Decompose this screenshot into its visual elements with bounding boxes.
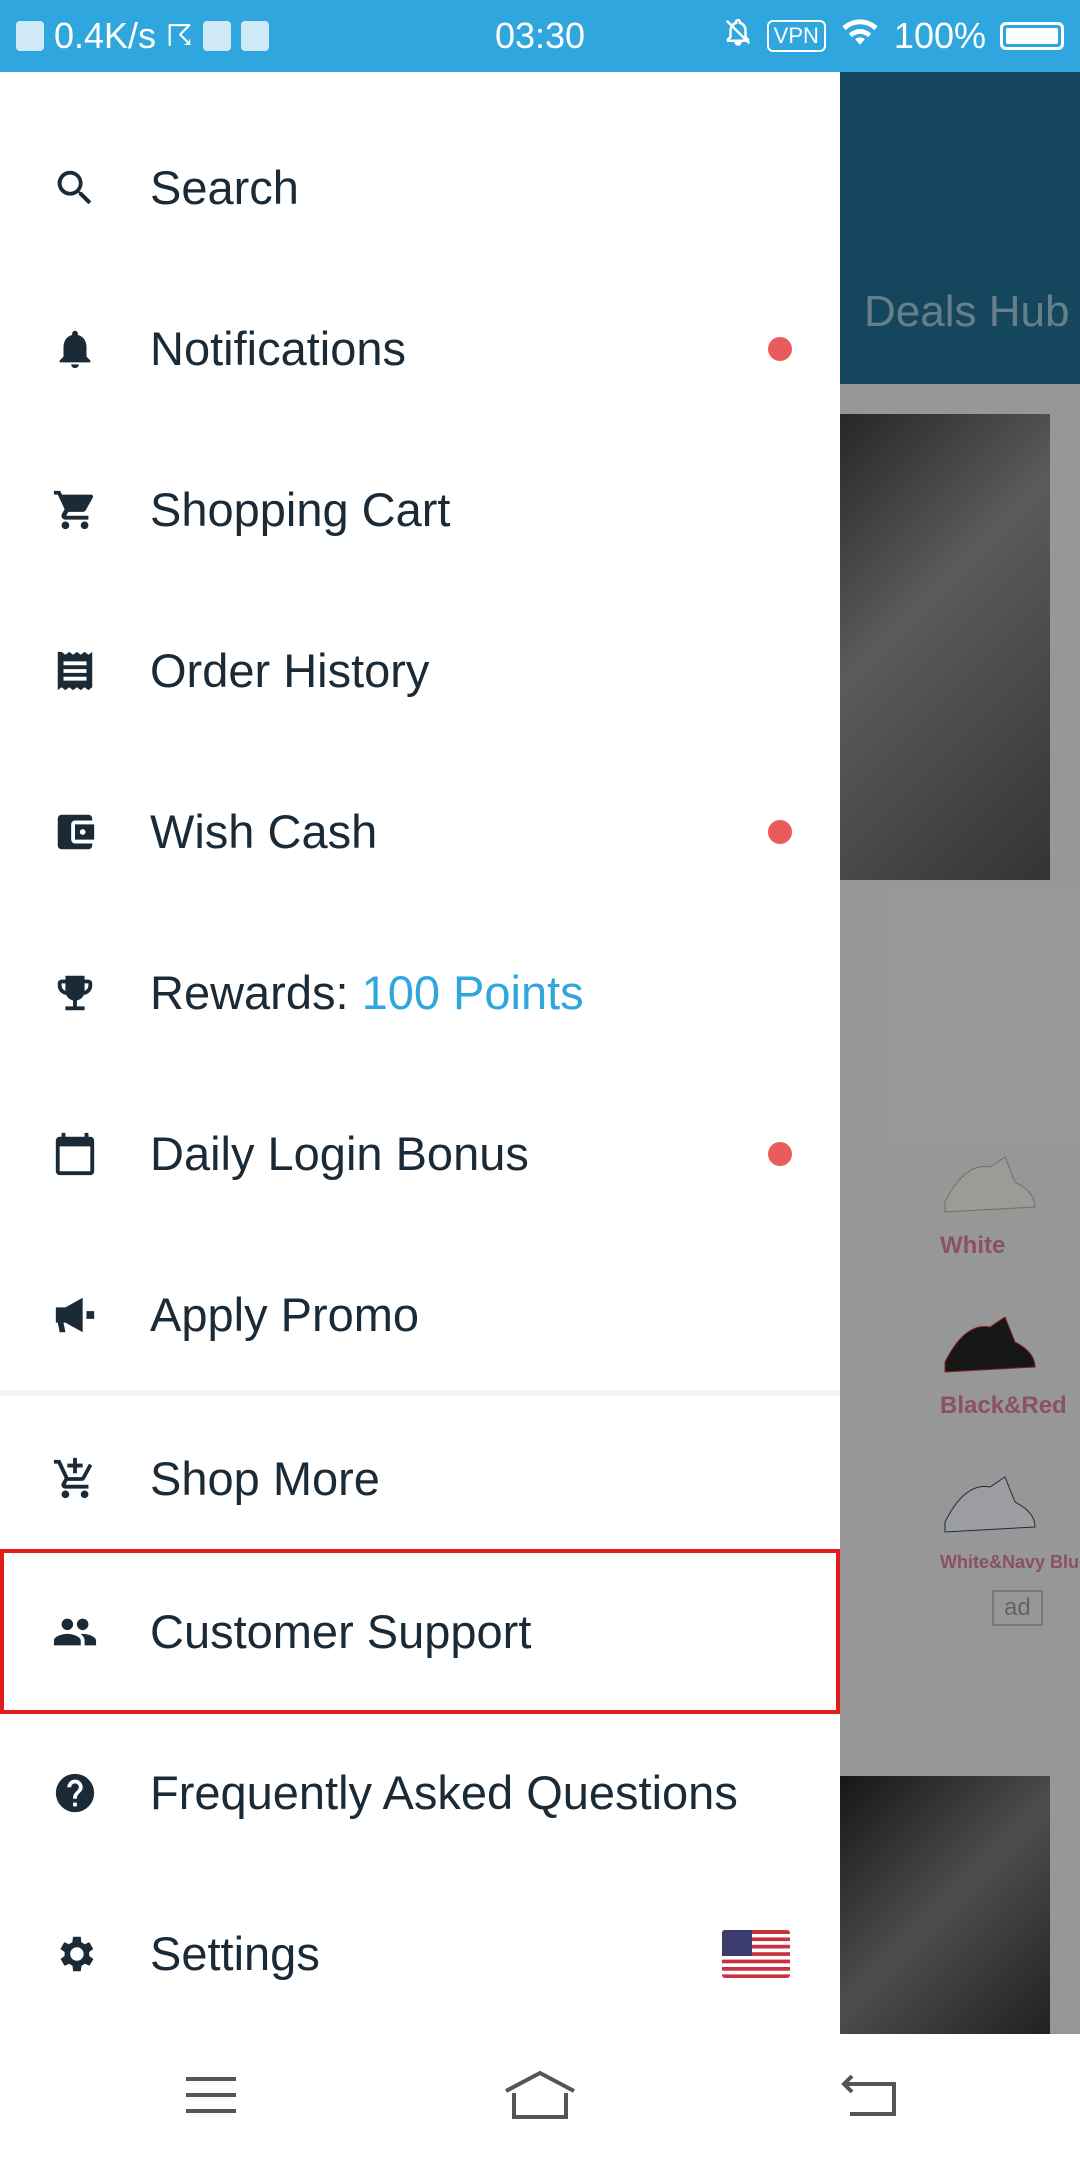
menu-label: Apply Promo <box>150 1288 420 1341</box>
menu-item-wish-cash[interactable]: Wish Cash <box>0 751 840 912</box>
menu-label: Customer Support <box>150 1605 532 1658</box>
megaphone-icon <box>50 1290 100 1340</box>
notification-dot <box>768 819 792 844</box>
menu-item-customer-support[interactable]: Customer Support <box>0 1551 840 1712</box>
cart-icon <box>50 485 100 535</box>
menu-label: Daily Login Bonus <box>150 1127 529 1180</box>
divider <box>0 1390 840 1396</box>
menu-item-daily-login-bonus[interactable]: Daily Login Bonus <box>0 1073 840 1234</box>
back-icon <box>840 2072 900 2123</box>
vpn-badge: VPN <box>766 20 826 52</box>
menu-item-search[interactable]: Search <box>0 107 840 268</box>
scrim[interactable] <box>840 72 1080 2034</box>
menu-label: Wish Cash <box>150 805 378 858</box>
network-speed: 0.4K/s <box>54 15 157 56</box>
us-flag-icon[interactable] <box>722 1929 790 1978</box>
home-icon <box>504 2069 576 2126</box>
menu-item-faq[interactable]: Frequently Asked Questions <box>0 1712 840 1873</box>
calendar-icon <box>50 1129 100 1179</box>
wifi-icon <box>840 15 880 57</box>
bell-icon <box>50 324 100 374</box>
notification-dot <box>768 1141 792 1166</box>
menu-button[interactable] <box>151 2054 271 2140</box>
menu-item-notifications[interactable]: Notifications <box>0 268 840 429</box>
menu-label: Search <box>150 161 299 214</box>
battery-level: 100% <box>893 15 986 56</box>
menu-item-order-history[interactable]: Order History <box>0 590 840 751</box>
menu-label: Shopping Cart <box>150 483 451 536</box>
background-app: Deals Hub White Black&Red White&Navy Blu… <box>840 72 1080 2034</box>
menu-item-apply-promo[interactable]: Apply Promo <box>0 1234 840 1395</box>
receipt-icon <box>50 646 100 696</box>
hamburger-icon <box>184 2075 238 2120</box>
gear-icon <box>50 1929 100 1979</box>
menu-label: Frequently Asked Questions <box>150 1766 738 1819</box>
help-icon <box>50 1768 100 1818</box>
menu-item-rewards[interactable]: Rewards: 100 Points <box>0 912 840 1073</box>
battery-icon <box>1000 22 1064 50</box>
menu-label: Rewards: 100 Points <box>150 965 584 1020</box>
mute-icon <box>723 15 753 57</box>
status-bar: 0.4K/s ☈ 03:30 VPN 100% <box>0 0 1080 72</box>
navigation-drawer: Search Notifications Shopping Cart Order… <box>0 72 840 2034</box>
notification-dot <box>768 336 792 361</box>
menu-item-shopping-cart[interactable]: Shopping Cart <box>0 429 840 590</box>
trophy-icon <box>50 968 100 1018</box>
menu-label: Order History <box>150 644 430 697</box>
back-button[interactable] <box>810 2054 930 2140</box>
rewards-label: Rewards: <box>150 966 362 1019</box>
app-notification-icon <box>16 21 44 51</box>
search-icon <box>50 163 100 213</box>
home-button[interactable] <box>480 2054 600 2140</box>
clipboard-icon <box>240 21 269 51</box>
usb-icon: ☈ <box>166 19 193 53</box>
menu-item-shop-more[interactable]: Shop More <box>0 1398 840 1559</box>
system-nav-bar <box>0 2034 1080 2160</box>
usb-debug-icon <box>202 21 231 51</box>
menu-label: Notifications <box>150 322 406 375</box>
wallet-icon <box>50 807 100 857</box>
rewards-points: 100 Points <box>361 966 584 1019</box>
menu-label: Shop More <box>150 1452 380 1505</box>
people-icon <box>50 1607 100 1657</box>
menu-item-settings[interactable]: Settings <box>0 1873 840 2034</box>
menu-label: Settings <box>150 1927 320 1980</box>
add-cart-icon <box>50 1454 100 1504</box>
